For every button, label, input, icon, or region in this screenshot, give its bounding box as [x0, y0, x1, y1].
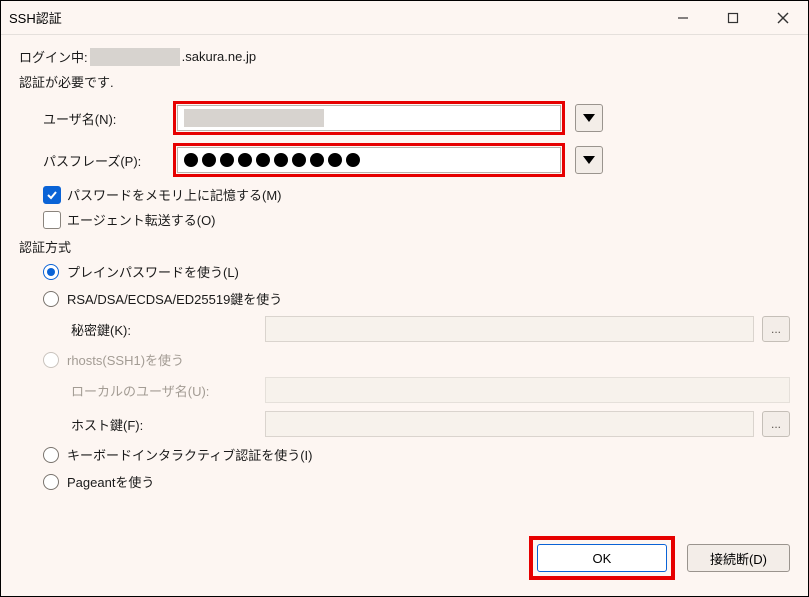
- agent-forward-row: エージェント転送する(O): [19, 210, 790, 229]
- rsa-dsa-radio[interactable]: [43, 291, 59, 307]
- private-key-row: 秘密鍵(K): ...: [19, 316, 790, 342]
- ok-highlight: OK: [529, 536, 675, 580]
- username-highlight: [173, 101, 565, 135]
- keyboard-interactive-row: キーボードインタラクティブ認証を使う(I): [19, 445, 790, 464]
- rhosts-row: rhosts(SSH1)を使う: [19, 350, 790, 369]
- remember-password-row: パスワードをメモリ上に記憶する(M): [19, 185, 790, 204]
- rhosts-radio: [43, 352, 59, 368]
- rhosts-label: rhosts(SSH1)を使う: [67, 350, 184, 369]
- login-host-suffix: .sakura.ne.jp: [182, 49, 256, 64]
- minimize-button[interactable]: [658, 1, 708, 35]
- keyboard-interactive-radio[interactable]: [43, 447, 59, 463]
- remember-password-checkbox[interactable]: [43, 186, 61, 204]
- window-title: SSH認証: [9, 8, 658, 27]
- private-key-input[interactable]: [265, 316, 754, 342]
- host-key-row: ホスト鍵(F): ...: [19, 411, 790, 437]
- redacted-username: [184, 109, 324, 127]
- password-dot: [238, 153, 252, 167]
- private-key-label: 秘密鍵(K):: [71, 320, 265, 339]
- passphrase-label: パスフレーズ(P):: [43, 151, 173, 170]
- password-dot: [292, 153, 306, 167]
- passphrase-history-dropdown[interactable]: [575, 146, 603, 174]
- pageant-label: Pageantを使う: [67, 472, 154, 491]
- local-user-label: ローカルのユーザ名(U):: [71, 381, 265, 400]
- password-dot: [346, 153, 360, 167]
- rsa-dsa-label: RSA/DSA/ECDSA/ED25519鍵を使う: [67, 289, 282, 308]
- private-key-browse-button[interactable]: ...: [762, 316, 790, 342]
- plain-password-radio[interactable]: [43, 264, 59, 280]
- passphrase-input[interactable]: [177, 147, 561, 173]
- ssh-auth-window: SSH認証 ログイン中: .sakura.ne.jp 認証が必要です. ユーザ名…: [0, 0, 809, 597]
- disconnect-button[interactable]: 接続断(D): [687, 544, 790, 572]
- host-key-browse-button[interactable]: ...: [762, 411, 790, 437]
- password-dot: [274, 153, 288, 167]
- pageant-radio[interactable]: [43, 474, 59, 490]
- ok-button[interactable]: OK: [537, 544, 667, 572]
- remember-password-label: パスワードをメモリ上に記憶する(M): [67, 185, 282, 204]
- agent-forward-label: エージェント転送する(O): [67, 210, 216, 229]
- dialog-footer: OK 接続断(D): [1, 526, 808, 596]
- login-status-line: ログイン中: .sakura.ne.jp: [19, 47, 790, 66]
- pageant-row: Pageantを使う: [19, 472, 790, 491]
- password-dot: [328, 153, 342, 167]
- auth-required-label: 認証が必要です.: [19, 72, 790, 91]
- dialog-content: ログイン中: .sakura.ne.jp 認証が必要です. ユーザ名(N): パ…: [1, 35, 808, 526]
- passphrase-row: パスフレーズ(P):: [19, 143, 790, 177]
- password-dot: [256, 153, 270, 167]
- plain-password-row: プレインパスワードを使う(L): [19, 262, 790, 281]
- password-dot: [220, 153, 234, 167]
- password-dot: [310, 153, 324, 167]
- password-dot: [202, 153, 216, 167]
- login-prefix: ログイン中:: [19, 47, 88, 66]
- titlebar: SSH認証: [1, 1, 808, 35]
- username-row: ユーザ名(N):: [19, 101, 790, 135]
- local-user-input: [265, 377, 790, 403]
- username-input[interactable]: [177, 105, 561, 131]
- username-history-dropdown[interactable]: [575, 104, 603, 132]
- auth-method-group-label: 認証方式: [19, 237, 790, 256]
- username-label: ユーザ名(N):: [43, 109, 173, 128]
- rsa-dsa-row: RSA/DSA/ECDSA/ED25519鍵を使う: [19, 289, 790, 308]
- local-user-row: ローカルのユーザ名(U):: [19, 377, 790, 403]
- host-key-label: ホスト鍵(F):: [71, 415, 265, 434]
- password-dot: [184, 153, 198, 167]
- keyboard-interactive-label: キーボードインタラクティブ認証を使う(I): [67, 445, 313, 464]
- plain-password-label: プレインパスワードを使う(L): [67, 262, 239, 281]
- agent-forward-checkbox[interactable]: [43, 211, 61, 229]
- host-key-input[interactable]: [265, 411, 754, 437]
- maximize-button[interactable]: [708, 1, 758, 35]
- redacted-host-part: [90, 48, 180, 66]
- close-button[interactable]: [758, 1, 808, 35]
- passphrase-highlight: [173, 143, 565, 177]
